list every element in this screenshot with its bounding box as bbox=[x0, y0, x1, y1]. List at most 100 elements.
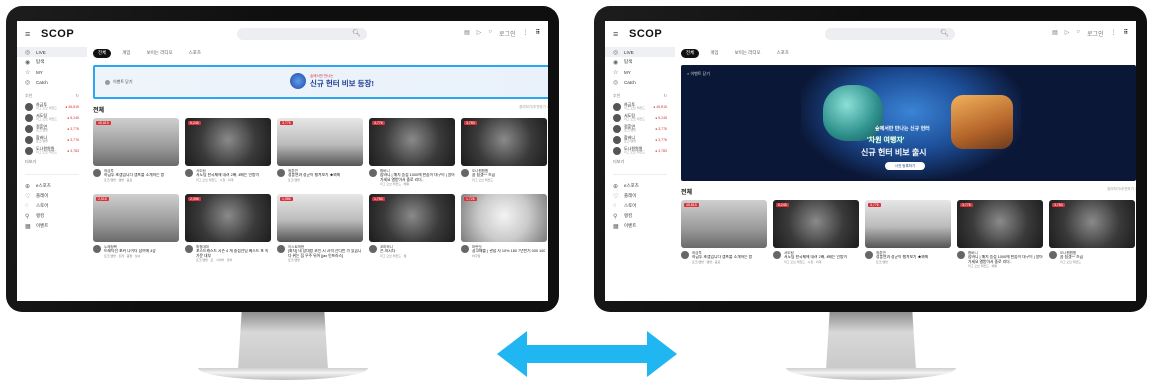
broadcast-card[interactable]: 2,396 휘청데마 포스트캐스트 시즌 4 개 중점선팀 베스트 포 속 가문 대… bbox=[185, 194, 271, 262]
tab-all[interactable]: 전체 bbox=[681, 48, 700, 58]
event-banner-expanded[interactable]: × 이벤트 닫기 숲에서만 만나는 신규 헌터 '차원 여행자' 신규 헌터 비… bbox=[681, 65, 1136, 181]
streamer-item[interactable]: 서도팀 리그 오브 레전드 ● 5,245 bbox=[17, 112, 87, 123]
stream-tags[interactable]: 토크/캠방 bbox=[288, 258, 363, 262]
stream-thumbnail[interactable]: 45,815 bbox=[93, 118, 179, 166]
refresh-icon[interactable]: ↻ bbox=[664, 93, 667, 99]
nav-my[interactable]: ☆ MY bbox=[17, 67, 87, 77]
avatar[interactable] bbox=[185, 245, 193, 253]
hamburger-menu-icon[interactable]: ≡ bbox=[25, 29, 37, 39]
preregister-button[interactable]: 사전 등록하기 bbox=[885, 162, 925, 170]
streamer-item[interactable]: 도나원원원 리그 오브 레전드 ● 3,783 bbox=[17, 145, 87, 156]
avatar[interactable] bbox=[277, 169, 285, 177]
stream-title[interactable]: 정훈연과 정군이 챙겨보기 ★봐봐 bbox=[288, 173, 340, 178]
streamer-item[interactable]: 하금투 리그 오브 레전드 ● 45,815 bbox=[17, 101, 87, 112]
tab-radio[interactable]: 보이는 라디오 bbox=[142, 49, 178, 58]
broadcast-card[interactable]: 3,776 정훈연 정훈연과 정군이 챙겨보기 ★봐봐 토크/캠방 bbox=[277, 118, 363, 186]
stream-thumbnail[interactable]: 1,726 bbox=[461, 194, 547, 242]
stream-tags[interactable]: 리그 오브 레전드 bbox=[472, 178, 495, 182]
logo[interactable]: SCOP bbox=[41, 28, 74, 40]
avatar[interactable] bbox=[93, 169, 101, 177]
refresh-icon[interactable]: ↻ bbox=[76, 93, 79, 99]
nav-store[interactable]: ◌ 스토어 bbox=[17, 201, 87, 211]
search-icon[interactable]: 🔍︎ bbox=[940, 30, 949, 37]
broadcast-card[interactable]: 3,783 도나원원원 콤 됨겠^^ 즈끔 리그 오브 레전드 bbox=[1049, 200, 1135, 268]
nav-ranking[interactable]: ⚲ 랭킹 bbox=[17, 211, 87, 221]
avatar[interactable] bbox=[369, 245, 377, 253]
nav-explore[interactable]: ◉ 탐색 bbox=[605, 57, 675, 67]
stream-title[interactable]: 광고패를 ( 관합 사 10% 180 7년만기 000 100 bbox=[472, 249, 545, 254]
stream-title[interactable]: 합바니 | 매치 승점 1000에 한숨이 대구이 | 알아가세요 열받아서 중… bbox=[380, 173, 455, 182]
nav-catch[interactable]: ◎ Catch bbox=[17, 77, 87, 87]
stream-thumbnail[interactable]: 2,515 bbox=[93, 194, 179, 242]
stream-thumbnail[interactable]: 3,776 bbox=[957, 200, 1043, 248]
tab-game[interactable]: 게임 bbox=[117, 49, 135, 58]
tab-sports[interactable]: 스포츠 bbox=[184, 49, 206, 58]
more-icon[interactable]: ⋮ bbox=[1111, 29, 1117, 38]
nav-live[interactable]: ◎ LIVE bbox=[605, 47, 675, 57]
broadcast-card[interactable]: 1,753 꼬마하니 콘-하시다 리그 오브 레전드 · 캠 bbox=[369, 194, 455, 262]
notification-icon[interactable]: ○ bbox=[1076, 29, 1080, 38]
hamburger-menu-icon[interactable]: ≡ bbox=[613, 29, 625, 39]
tab-radio[interactable]: 보이는 라디오 bbox=[730, 49, 766, 58]
stream-thumbnail[interactable]: 5,245 bbox=[185, 118, 271, 166]
avatar[interactable] bbox=[277, 245, 285, 253]
tab-sports[interactable]: 스포츠 bbox=[772, 49, 794, 58]
avatar[interactable] bbox=[185, 169, 193, 177]
login-button[interactable]: 로그인 bbox=[499, 29, 516, 38]
tab-game[interactable]: 게임 bbox=[705, 49, 723, 58]
nav-catch[interactable]: ◎ Catch bbox=[605, 77, 675, 87]
search-icon[interactable]: 🔍︎ bbox=[352, 30, 361, 37]
avatar[interactable] bbox=[773, 251, 781, 259]
stream-thumbnail[interactable]: 3,783 bbox=[461, 118, 547, 166]
banner-close-button[interactable]: 이벤트 닫기 bbox=[105, 79, 133, 85]
avatar[interactable] bbox=[93, 245, 101, 253]
tab-all[interactable]: 전체 bbox=[93, 48, 112, 58]
stream-thumbnail[interactable]: 3,776 bbox=[369, 118, 455, 166]
streamer-item[interactable]: 도나원원원 리그 오브 레전드 ● 3,783 bbox=[605, 145, 675, 156]
stream-title[interactable]: 포스트캐스트 시즌 4 개 중점선팀 베스트 포 속 가문 대부 bbox=[196, 249, 271, 258]
stream-thumbnail[interactable]: 1,986 bbox=[277, 194, 363, 242]
avatar[interactable] bbox=[1049, 251, 1057, 259]
nav-live[interactable]: ◎ LIVE bbox=[17, 47, 87, 57]
avatar[interactable] bbox=[369, 169, 377, 177]
stream-tags[interactable]: 버추얼 bbox=[472, 254, 545, 258]
stream-thumbnail[interactable]: 3,783 bbox=[1049, 200, 1135, 248]
stream-title[interactable]: 정훈연과 정군이 챙겨보기 ★봐봐 bbox=[876, 255, 928, 260]
stream-title[interactable]: 서도팀 한국제에 내려 2배, 4배는 인방이 bbox=[784, 255, 847, 260]
nav-esports[interactable]: ⊕ e스포츠 bbox=[605, 181, 675, 191]
stream-title[interactable]: 서도팀 한국제에 내려 2배, 4배는 인방이 bbox=[196, 173, 259, 178]
stream-tags[interactable]: 토크/캠방 bbox=[288, 178, 340, 182]
grid-icon[interactable]: ⠿ bbox=[536, 29, 540, 38]
stream-title[interactable]: 하금투 초캠입니다 캠프를 소개하는 방 bbox=[104, 173, 164, 178]
event-banner-collapsed[interactable]: 이벤트 닫기 숲에서만 만나는 신규 헌터 비보 등장! bbox=[93, 65, 548, 99]
broadcast-card[interactable]: 2,515 누에정복 트레탁선 포커 나이더 참여에 4장 토크/캠방 · 트레 · … bbox=[93, 194, 179, 262]
stream-tags[interactable]: 토크/캠방 · 캠방 · 음료 bbox=[692, 260, 752, 264]
broadcast-card[interactable]: 5,245 서도팀 서도팀 한국제에 내려 2배, 4배는 인방이 리그 오브 레전드… bbox=[773, 200, 859, 268]
stream-title[interactable]: 콤 됨겠^^ 즈끔 bbox=[472, 173, 495, 178]
streamer-item[interactable]: 정훈연 토크/캠방 ● 3,776 bbox=[605, 123, 675, 134]
logo[interactable]: SCOP bbox=[629, 28, 662, 40]
stream-tags[interactable]: 리그 오브 레전드 · 캠 bbox=[380, 254, 406, 258]
stream-thumbnail[interactable]: 3,776 bbox=[865, 200, 951, 248]
nav-play[interactable]: ♡ 플레이 bbox=[605, 191, 675, 201]
stream-tags[interactable]: 리그 오브 레전드 · 배틀 bbox=[380, 182, 455, 186]
stream-tags[interactable]: 토크/캠방 · 포 · 사이버 · 앙바 bbox=[196, 258, 271, 262]
nav-event[interactable]: ▦ 이벤트 bbox=[605, 221, 675, 231]
section-more-link[interactable]: 참여하기/추천하기 › bbox=[519, 105, 548, 114]
stream-title[interactable]: 하금투 초캠입니다 캠프를 소개하는 방 bbox=[692, 255, 752, 260]
nav-explore[interactable]: ◉ 탐색 bbox=[17, 57, 87, 67]
streamer-item[interactable]: 합바니 토크/캠방 ● 3,776 bbox=[605, 134, 675, 145]
stream-thumbnail[interactable]: 1,753 bbox=[369, 194, 455, 242]
streamer-item[interactable]: 합바니 토크/캠방 ● 3,776 bbox=[17, 134, 87, 145]
play-icon[interactable]: ▷ bbox=[477, 29, 482, 38]
search-input[interactable]: 🔍︎ bbox=[825, 28, 955, 40]
broadcast-card[interactable]: 1,986 이스트박현 [회자] 네 상대방 코인 시 시력 잔디만 가 있습니다 … bbox=[277, 194, 363, 262]
stream-thumbnail[interactable]: 3,776 bbox=[277, 118, 363, 166]
stream-title[interactable]: 콤 됨겠^^ 즈끔 bbox=[1060, 255, 1083, 260]
streamer-item[interactable]: 서도팀 리그 오브 레전드 ● 5,245 bbox=[605, 112, 675, 123]
streamer-item[interactable]: 정훈연 토크/캠방 ● 3,776 bbox=[17, 123, 87, 134]
streamer-item[interactable]: 하금투 리그 오브 레전드 ● 45,815 bbox=[605, 101, 675, 112]
stream-thumbnail[interactable]: 2,396 bbox=[185, 194, 271, 242]
nav-my[interactable]: ☆ MY bbox=[605, 67, 675, 77]
avatar[interactable] bbox=[461, 245, 469, 253]
